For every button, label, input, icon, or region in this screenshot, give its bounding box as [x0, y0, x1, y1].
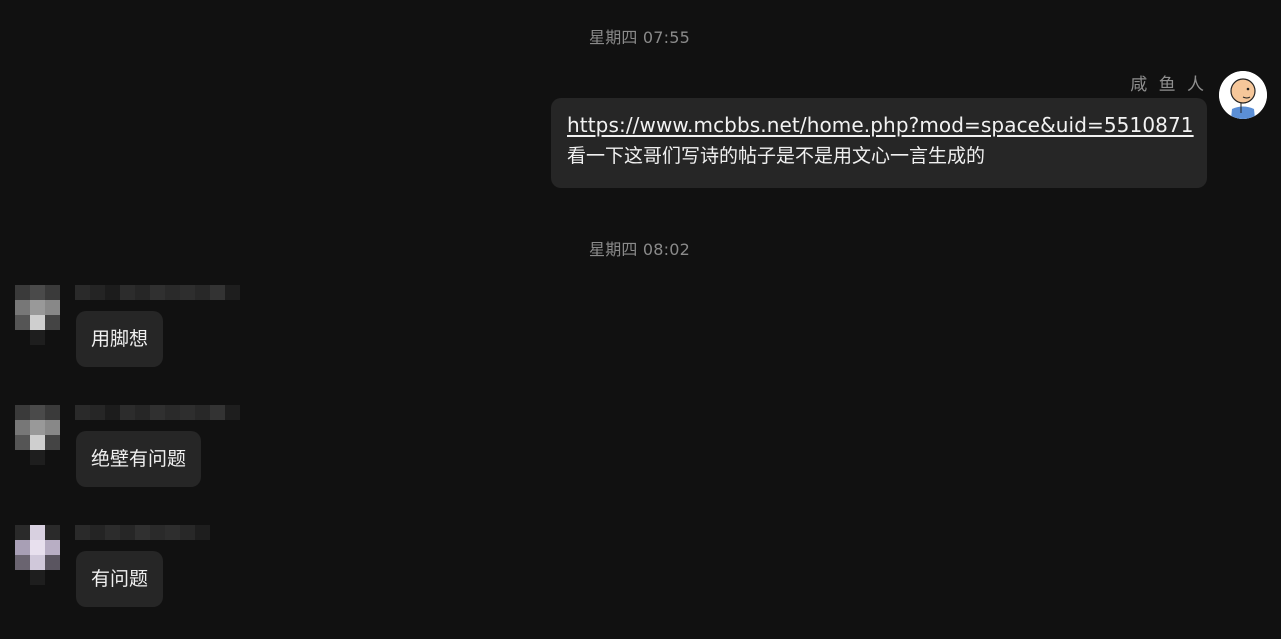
pixelated-sender-name: [75, 285, 240, 300]
outgoing-message-bubble[interactable]: https://www.mcbbs.net/home.php?mod=space…: [551, 98, 1207, 188]
incoming-message-bubble[interactable]: 有问题: [76, 551, 164, 607]
pixelated-avatar[interactable]: [15, 285, 60, 345]
timestamp: 星期四 08:02: [589, 240, 690, 259]
avatar[interactable]: [1219, 71, 1267, 119]
pixelated-avatar[interactable]: [15, 405, 60, 465]
chat-window: 星期四 07:55 咸 鱼 人 https://www.mcbbs.net/ho…: [0, 0, 1281, 639]
incoming-message-bubble[interactable]: 用脚想: [76, 311, 164, 367]
cartoon-avatar-icon: [1219, 71, 1267, 119]
pixelated-sender-name: [75, 405, 240, 420]
message-link[interactable]: https://www.mcbbs.net/home.php?mod=space…: [567, 110, 1194, 141]
pixelated-sender-name: [75, 525, 210, 540]
incoming-message-bubble[interactable]: 绝壁有问题: [76, 431, 202, 487]
sender-name: 咸 鱼 人: [1130, 75, 1207, 95]
pixelated-avatar[interactable]: [15, 525, 60, 585]
message-text: 看一下这哥们写诗的帖子是不是用文心一言生成的: [567, 145, 986, 167]
timestamp: 星期四 07:55: [589, 28, 690, 47]
